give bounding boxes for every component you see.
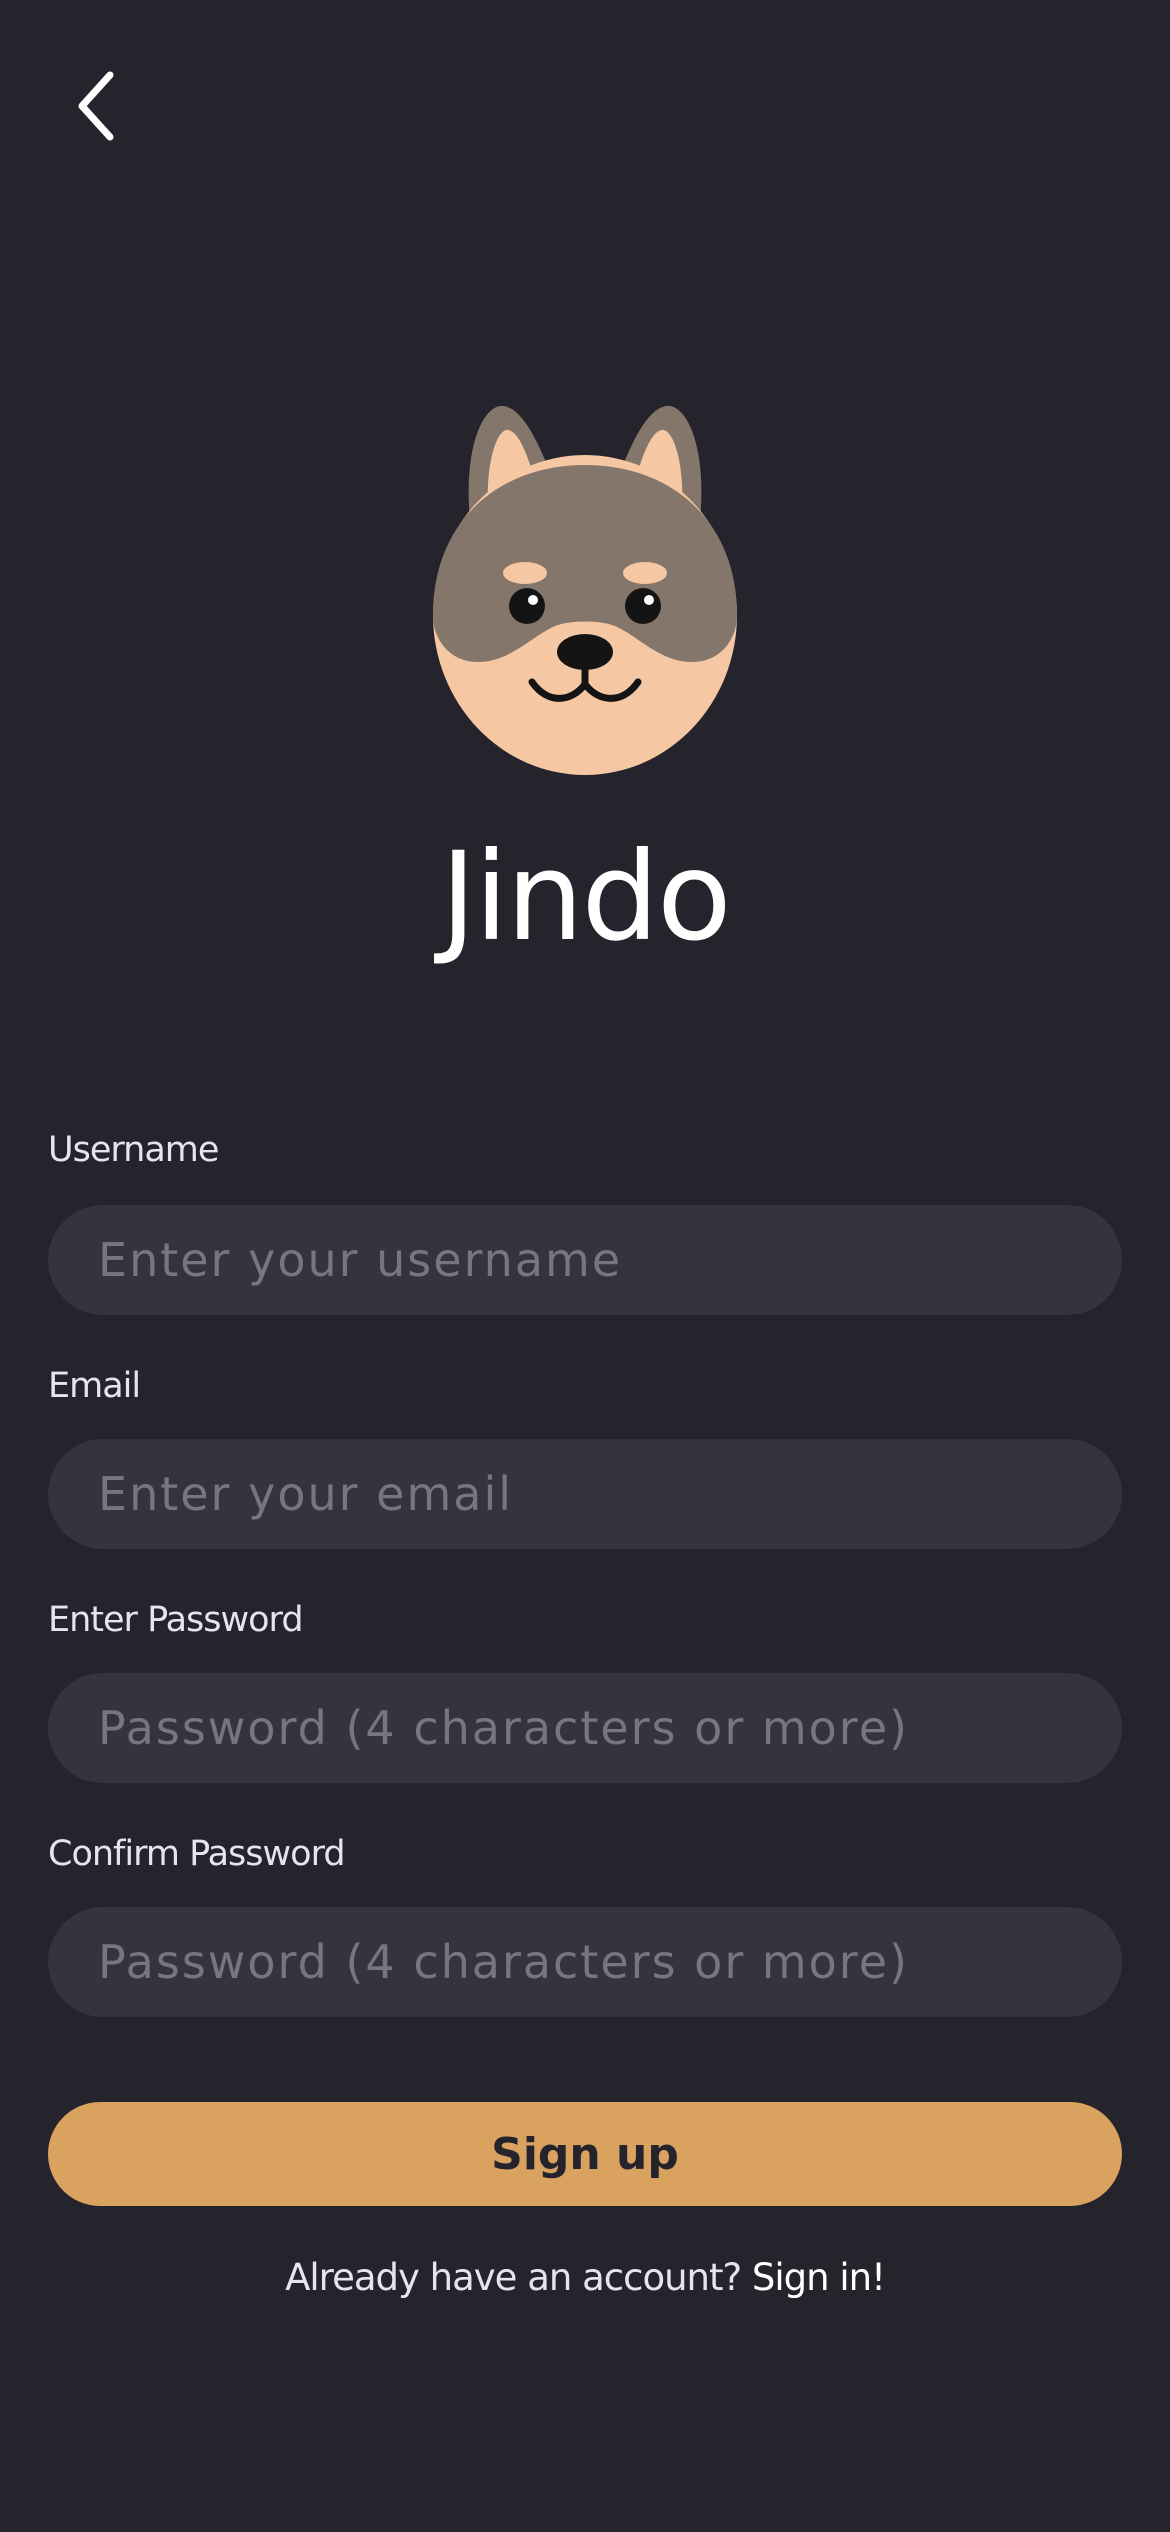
- confirm-password-input[interactable]: [48, 1907, 1122, 2017]
- sign-up-button[interactable]: Sign up: [48, 2102, 1122, 2206]
- dog-face-icon: [420, 405, 750, 784]
- sign-in-prompt-text: Already have an account?: [285, 2256, 742, 2299]
- back-button[interactable]: [62, 68, 132, 148]
- password-input[interactable]: [48, 1673, 1122, 1783]
- email-label: Email: [48, 1366, 141, 1406]
- confirm-password-label: Confirm Password: [48, 1834, 346, 1874]
- sign-in-prompt: Already have an account? Sign in!: [0, 2250, 1170, 2306]
- sign-in-link[interactable]: Sign in!: [752, 2256, 886, 2299]
- app-logo: [420, 400, 750, 780]
- password-label: Enter Password: [48, 1600, 304, 1640]
- chevron-left-icon: [72, 69, 122, 147]
- app-name: Jindo: [440, 826, 731, 968]
- username-input[interactable]: [48, 1205, 1122, 1315]
- email-input[interactable]: [48, 1439, 1122, 1549]
- username-label: Username: [48, 1130, 219, 1170]
- sign-up-button-label: Sign up: [491, 2128, 679, 2180]
